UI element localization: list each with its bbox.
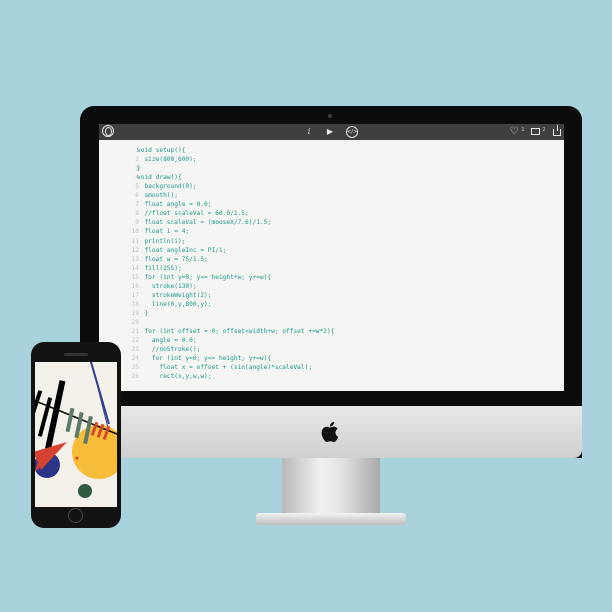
imac-stand-foot [256, 513, 406, 525]
code-text: background(0); [137, 183, 197, 191]
line-number: 19 [131, 309, 139, 317]
code-text: float x = offset + (sin(angle)*scaleVal)… [137, 364, 313, 372]
comment-icon[interactable] [531, 128, 540, 135]
code-text: println(i); [137, 237, 186, 245]
line-number: 5 [135, 183, 139, 191]
code-text: angle = 0.0; [137, 337, 197, 345]
code-text: } [137, 165, 141, 173]
code-text: //float scaleVal = 60.0/1.5; [137, 210, 249, 218]
phone-speaker [64, 353, 88, 356]
apple-logo-icon [321, 421, 339, 443]
line-number: 17 [131, 291, 139, 299]
line-number: 11 [131, 237, 139, 245]
code-text: rect(x,y,w,w); [137, 373, 212, 381]
line-number: 2 [135, 156, 139, 164]
line-number: 16 [131, 282, 139, 290]
code-text: for (int offset = 0; offset<width+w; off… [137, 328, 335, 335]
heart-icon[interactable]: ♡ [508, 124, 520, 140]
line-number: 3 [135, 165, 139, 173]
code-text: //noStroke(); [137, 346, 201, 354]
likes-count: 1 [521, 127, 525, 133]
line-number: 6 [135, 192, 139, 200]
code-text: fill(255); [137, 264, 182, 272]
code-text: void setup(){ [137, 147, 186, 154]
phone-artwork [35, 362, 117, 498]
line-number: 7 [135, 201, 139, 209]
line-number: 9 [135, 219, 139, 227]
line-number: 4 [135, 174, 139, 182]
code-text: line(0,y,800,y); [137, 300, 212, 308]
line-number: 1 [135, 147, 139, 154]
share-icon[interactable] [553, 125, 561, 136]
info-icon[interactable]: i [304, 124, 314, 140]
editor-toolbar: i ▶ </> ♡ 1 2 [99, 124, 564, 140]
code-text: float w = 75/1.5; [137, 255, 208, 263]
code-text: float i = 4; [137, 228, 190, 236]
code-text: strokeWeight(2); [137, 291, 212, 299]
code-editor[interactable]: 1 void setup(){2 size(800,600); 3} 4 void dr… [99, 146, 564, 391]
line-number: 12 [131, 246, 139, 254]
openprocessing-logo-icon[interactable] [102, 125, 114, 137]
code-text: for (int y=0; y<= height+w; y+=w){ [137, 273, 272, 281]
line-number: 15 [131, 273, 139, 281]
line-number: 21 [131, 328, 139, 335]
line-number: 14 [131, 264, 139, 272]
play-icon[interactable]: ▶ [325, 124, 335, 140]
code-text: size(800,600); [137, 156, 197, 164]
line-number: 8 [135, 210, 139, 218]
line-number: 13 [131, 255, 139, 263]
line-number: 20 [131, 318, 139, 326]
comments-count: 2 [542, 127, 546, 133]
line-number: 18 [131, 300, 139, 308]
code-text: for (int y=0; y<= height; y+=w){ [137, 355, 272, 363]
code-text: smooth(); [137, 192, 178, 200]
code-text: stroke(130); [137, 282, 197, 290]
code-text: float scaleVal = (mouseX/7.6)/1.5; [137, 219, 272, 227]
code-icon[interactable]: </> [346, 126, 358, 138]
imac-screen: i ▶ </> ♡ 1 2 1 void setup(){2 size(800,6… [99, 124, 564, 391]
line-number: 10 [131, 228, 139, 236]
code-text: } [137, 309, 149, 317]
phone-home-button[interactable] [68, 508, 83, 523]
imac-camera [328, 114, 332, 118]
code-text: void draw(){ [137, 174, 182, 182]
code-text: float angleInc = PI/i; [137, 246, 227, 254]
phone-screen [35, 362, 117, 507]
code-text: float angle = 0.0; [137, 201, 212, 209]
